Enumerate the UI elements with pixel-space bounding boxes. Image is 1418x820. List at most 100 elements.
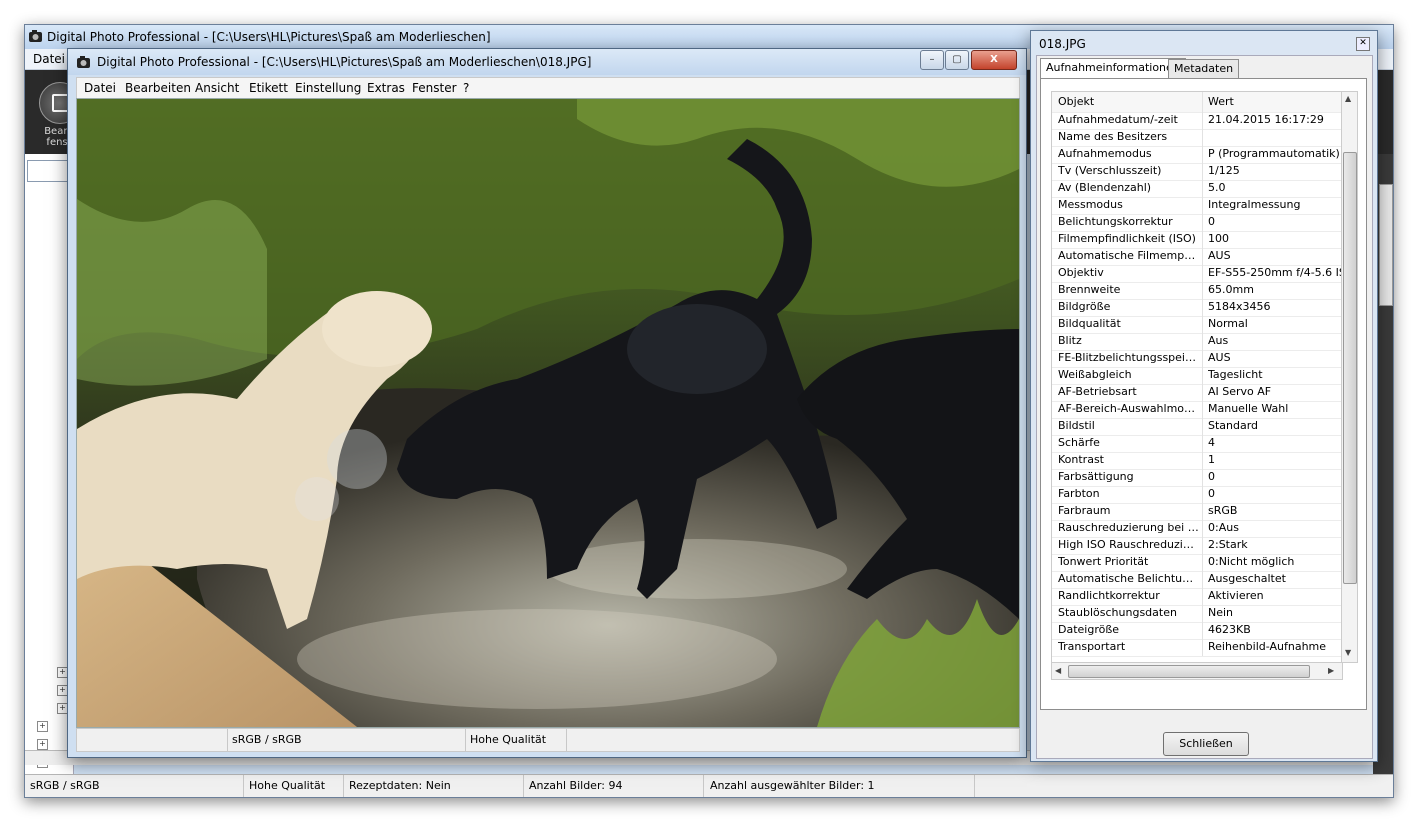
table-row[interactable]: Rauschreduzierung bei Lan… 0:Aus (1052, 520, 1352, 538)
menu-einstellung[interactable]: Einstellung (295, 81, 361, 95)
row-key: Filmempfindlichkeit (ISO) (1058, 232, 1196, 245)
info-window-title: 018.JPG (1039, 37, 1086, 51)
table-row[interactable]: High ISO Rauschreduzierung 2:Stark (1052, 537, 1352, 555)
row-value: Reihenbild-Aufnahme (1208, 640, 1327, 653)
table-row[interactable]: Aufnahmedatum/-zeit 21.04.2015 16:17:29 (1052, 112, 1352, 130)
row-key: Bildstil (1058, 419, 1095, 432)
table-row[interactable]: Brennweite 65.0mm (1052, 282, 1352, 300)
row-key: High ISO Rauschreduzierung (1058, 538, 1200, 551)
image-window-menubar: Datei Bearbeiten Ansicht Etikett Einstel… (76, 77, 1020, 98)
close-icon[interactable]: ✕ (1356, 37, 1370, 51)
table-row[interactable]: Tv (Verschlusszeit) 1/125 (1052, 163, 1352, 181)
table-row[interactable]: Schärfe 4 (1052, 435, 1352, 453)
table-row[interactable]: Bildstil Standard (1052, 418, 1352, 436)
table-row[interactable]: Automatische Belichtungso… Ausgeschaltet (1052, 571, 1352, 589)
tab-aufnahmeinformationen[interactable]: Aufnahmeinformationen (1040, 58, 1186, 79)
image-window-statusbar: sRGB / sRGB Hohe Qualität (76, 728, 1020, 752)
image-status-quality: Hohe Qualität (465, 729, 567, 751)
minimize-button[interactable]: – (920, 50, 944, 70)
row-value: sRGB (1208, 504, 1238, 517)
table-row[interactable]: Name des Besitzers (1052, 129, 1352, 147)
table-row[interactable]: Blitz Aus (1052, 333, 1352, 351)
close-button[interactable]: X (971, 50, 1017, 70)
schliessen-button[interactable]: Schließen (1163, 732, 1249, 756)
row-value: Tageslicht (1208, 368, 1263, 381)
scroll-thumb[interactable] (1343, 152, 1357, 584)
menu-etikett[interactable]: Etikett (249, 81, 288, 95)
image-window-titlebar[interactable]: Digital Photo Professional - [C:\Users\H… (68, 49, 1026, 75)
row-value: 0 (1208, 215, 1215, 228)
row-key: Bildqualität (1058, 317, 1121, 330)
status-blank (77, 729, 228, 751)
row-key: Tv (Verschlusszeit) (1058, 164, 1162, 177)
row-key: Farbton (1058, 487, 1100, 500)
table-row[interactable]: Bildgröße 5184x3456 (1052, 299, 1352, 317)
row-value: 5.0 (1208, 181, 1226, 194)
scroll-thumb[interactable] (1068, 665, 1310, 678)
row-value: 4 (1208, 436, 1215, 449)
row-key: Schärfe (1058, 436, 1100, 449)
table-row[interactable]: Belichtungskorrektur 0 (1052, 214, 1352, 232)
menu-ansicht[interactable]: Ansicht (195, 81, 239, 95)
tree-expand-icon[interactable]: + (37, 739, 48, 750)
info-horizontal-scrollbar[interactable]: ◀ ▶ (1051, 662, 1343, 680)
table-row[interactable]: Aufnahmemodus P (Programmautomatik) (1052, 146, 1352, 164)
table-row[interactable]: AF-Betriebsart AI Servo AF (1052, 384, 1352, 402)
status-recipe: Rezeptdaten: Nein (344, 775, 524, 797)
status-quality: Hohe Qualität (244, 775, 344, 797)
maximize-button[interactable]: ▢ (945, 50, 969, 70)
scroll-down-icon[interactable]: ▼ (1345, 648, 1351, 657)
table-row[interactable]: FE-Blitzbelichtungsspeicher… AUS (1052, 350, 1352, 368)
row-key: Aufnahmedatum/-zeit (1058, 113, 1178, 126)
main-menu-datei[interactable]: Datei (33, 52, 65, 66)
tree-expand-icon[interactable]: + (37, 721, 48, 732)
row-value: 21.04.2015 16:17:29 (1208, 113, 1324, 126)
table-row[interactable]: Filmempfindlichkeit (ISO) 100 (1052, 231, 1352, 249)
info-vertical-scrollbar[interactable]: ▲ ▼ (1341, 91, 1358, 663)
menu-datei[interactable]: Datei (84, 81, 116, 95)
row-value: Aktivieren (1208, 589, 1264, 602)
row-value: Manuelle Wahl (1208, 402, 1289, 415)
table-row[interactable]: Av (Blendenzahl) 5.0 (1052, 180, 1352, 198)
photo-view[interactable] (76, 98, 1020, 728)
table-row[interactable]: Farbraum sRGB (1052, 503, 1352, 521)
info-grid[interactable]: Objekt Wert Aufnahmedatum/-zeit 21.04.201… (1051, 91, 1353, 663)
table-row[interactable]: Automatische Filmempfindli… AUS (1052, 248, 1352, 266)
scroll-left-icon[interactable]: ◀ (1055, 666, 1061, 675)
table-row[interactable]: Kontrast 1 (1052, 452, 1352, 470)
table-row[interactable]: Farbsättigung 0 (1052, 469, 1352, 487)
table-row[interactable]: Messmodus Integralmessung (1052, 197, 1352, 215)
menu-extras[interactable]: Extras (367, 81, 405, 95)
grid-header: Objekt Wert (1052, 92, 1352, 113)
table-row[interactable]: Weißabgleich Tageslicht (1052, 367, 1352, 385)
scroll-up-icon[interactable]: ▲ (1345, 94, 1351, 103)
row-key: Bildgröße (1058, 300, 1111, 313)
table-row[interactable]: Tonwert Priorität 0:Nicht möglich (1052, 554, 1352, 572)
table-row[interactable]: AF-Bereich-Auswahlmodus Manuelle Wahl (1052, 401, 1352, 419)
row-value: Ausgeschaltet (1208, 572, 1286, 585)
row-value: AUS (1208, 351, 1231, 364)
row-value: 4623KB (1208, 623, 1251, 636)
table-row[interactable]: Objektiv EF-S55-250mm f/4-5.6 IS II (1052, 265, 1352, 283)
table-row[interactable]: Farbton 0 (1052, 486, 1352, 504)
tab-metadaten[interactable]: Metadaten (1168, 59, 1240, 78)
table-row[interactable]: Randlichtkorrektur Aktivieren (1052, 588, 1352, 606)
table-row[interactable]: Staublöschungsdaten Nein (1052, 605, 1352, 623)
scroll-right-icon[interactable]: ▶ (1328, 666, 1334, 675)
row-value: 65.0mm (1208, 283, 1254, 296)
image-status-color-space: sRGB / sRGB (227, 729, 466, 751)
dogs-in-stream-photo (77, 99, 1019, 727)
menu-help[interactable]: ? (463, 81, 469, 95)
row-value: Normal (1208, 317, 1248, 330)
table-row[interactable]: Transportart Reihenbild-Aufnahme (1052, 639, 1352, 657)
row-value: 0 (1208, 470, 1215, 483)
status-image-count: Anzahl Bilder: 94 (524, 775, 704, 797)
table-row[interactable]: Bildqualität Normal (1052, 316, 1352, 334)
row-key: Staublöschungsdaten (1058, 606, 1177, 619)
row-value: 5184x3456 (1208, 300, 1271, 313)
menu-bearbeiten[interactable]: Bearbeiten (125, 81, 191, 95)
row-key: Rauschreduzierung bei Lan… (1058, 521, 1200, 534)
main-right-scrollbar[interactable] (1379, 184, 1393, 306)
table-row[interactable]: Dateigröße 4623KB (1052, 622, 1352, 640)
menu-fenster[interactable]: Fenster (412, 81, 457, 95)
